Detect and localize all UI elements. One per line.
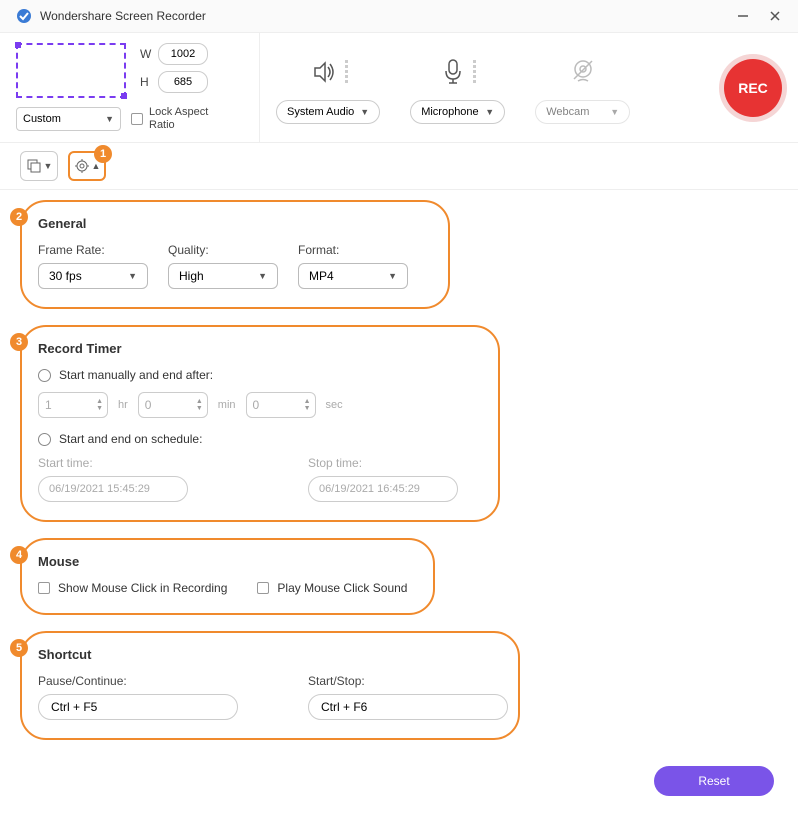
close-button[interactable] xyxy=(768,9,782,23)
quality-select[interactable]: High▼ xyxy=(168,263,278,289)
start-manual-label: Start manually and end after: xyxy=(59,368,213,382)
speaker-icon xyxy=(309,57,339,87)
section-record-timer: 3 Record Timer Start manually and end af… xyxy=(20,325,778,522)
region-preset-select[interactable]: Custom ▼ xyxy=(16,107,121,131)
region-preset-value: Custom xyxy=(23,113,61,125)
microphone-select[interactable]: Microphone ▼ xyxy=(410,100,505,124)
show-click-label: Show Mouse Click in Recording xyxy=(58,581,227,595)
width-label: W xyxy=(140,47,152,61)
settings-panel: 2 General Frame Rate: 30 fps▼ Quality: H… xyxy=(0,190,798,836)
start-shortcut-input[interactable]: Ctrl + F6 xyxy=(308,694,508,720)
click-sound-checkbox[interactable] xyxy=(257,582,269,594)
callout-1: 1 xyxy=(94,145,112,163)
height-input[interactable] xyxy=(158,71,208,93)
section-title-timer: Record Timer xyxy=(38,341,482,356)
chevron-down-icon: ▼ xyxy=(485,107,494,117)
chevron-down-icon: ▼ xyxy=(128,271,137,281)
format-select[interactable]: MP4▼ xyxy=(298,263,408,289)
start-time-label: Start time: xyxy=(38,456,188,470)
chevron-up-icon: ▲ xyxy=(92,161,101,171)
frame-rate-label: Frame Rate: xyxy=(38,243,148,257)
mic-level-icon xyxy=(473,60,476,83)
export-menu-button[interactable]: ▼ xyxy=(20,151,58,181)
section-title-mouse: Mouse xyxy=(38,554,417,569)
quality-label: Quality: xyxy=(168,243,278,257)
minimize-button[interactable] xyxy=(736,9,750,23)
minutes-unit: min xyxy=(218,399,236,411)
click-sound-label: Play Mouse Click Sound xyxy=(277,581,407,595)
settings-menu-button[interactable]: ▲ 1 xyxy=(68,151,106,181)
microphone-icon xyxy=(439,57,467,87)
section-shortcut: 5 Shortcut Pause/Continue: Ctrl + F5 Sta… xyxy=(20,631,778,740)
chevron-down-icon: ▼ xyxy=(258,271,267,281)
format-label: Format: xyxy=(298,243,408,257)
start-schedule-radio[interactable] xyxy=(38,433,51,446)
start-time-input[interactable]: 06/19/2021 15:45:29 xyxy=(38,476,188,502)
chevron-down-icon: ▼ xyxy=(105,114,114,124)
seconds-stepper[interactable]: 0▲▼ xyxy=(246,392,316,418)
minutes-stepper[interactable]: 0▲▼ xyxy=(138,392,208,418)
height-label: H xyxy=(140,75,152,89)
titlebar: Wondershare Screen Recorder xyxy=(0,0,798,33)
section-mouse: 4 Mouse Show Mouse Click in Recording Pl… xyxy=(20,538,778,615)
audio-level-icon xyxy=(345,60,348,83)
app-logo-icon xyxy=(16,8,32,24)
hours-stepper[interactable]: 1▲▼ xyxy=(38,392,108,418)
pause-shortcut-label: Pause/Continue: xyxy=(38,674,238,688)
pause-shortcut-input[interactable]: Ctrl + F5 xyxy=(38,694,238,720)
chevron-down-icon: ▼ xyxy=(360,107,369,117)
webcam-select[interactable]: Webcam ▼ xyxy=(535,100,630,124)
hours-unit: hr xyxy=(118,399,128,411)
lock-aspect-checkbox[interactable] xyxy=(131,113,143,125)
start-manual-radio[interactable] xyxy=(38,369,51,382)
frame-rate-select[interactable]: 30 fps▼ xyxy=(38,263,148,289)
reset-button[interactable]: Reset xyxy=(654,766,774,796)
chevron-down-icon: ▼ xyxy=(388,271,397,281)
seconds-unit: sec xyxy=(326,399,343,411)
chevron-down-icon: ▼ xyxy=(610,107,619,117)
window-title: Wondershare Screen Recorder xyxy=(40,9,206,23)
webcam-disabled-icon xyxy=(568,57,598,87)
main-toolbar: W H Custom ▼ Lock Aspect Ratio xyxy=(0,33,798,143)
stop-time-input[interactable]: 06/19/2021 16:45:29 xyxy=(308,476,458,502)
section-title-shortcut: Shortcut xyxy=(38,647,502,662)
record-button[interactable]: REC xyxy=(724,59,782,117)
start-schedule-label: Start and end on schedule: xyxy=(59,432,202,446)
start-shortcut-label: Start/Stop: xyxy=(308,674,508,688)
chevron-down-icon: ▼ xyxy=(44,161,53,171)
width-input[interactable] xyxy=(158,43,208,65)
section-general: 2 General Frame Rate: 30 fps▼ Quality: H… xyxy=(20,200,778,309)
capture-region-preview[interactable] xyxy=(16,43,126,98)
system-audio-select[interactable]: System Audio ▼ xyxy=(276,100,380,124)
sub-toolbar: ▼ ▲ 1 xyxy=(0,143,798,190)
stop-time-label: Stop time: xyxy=(308,456,458,470)
lock-aspect-label: Lock Aspect Ratio xyxy=(149,106,219,132)
show-click-checkbox[interactable] xyxy=(38,582,50,594)
section-title-general: General xyxy=(38,216,432,231)
